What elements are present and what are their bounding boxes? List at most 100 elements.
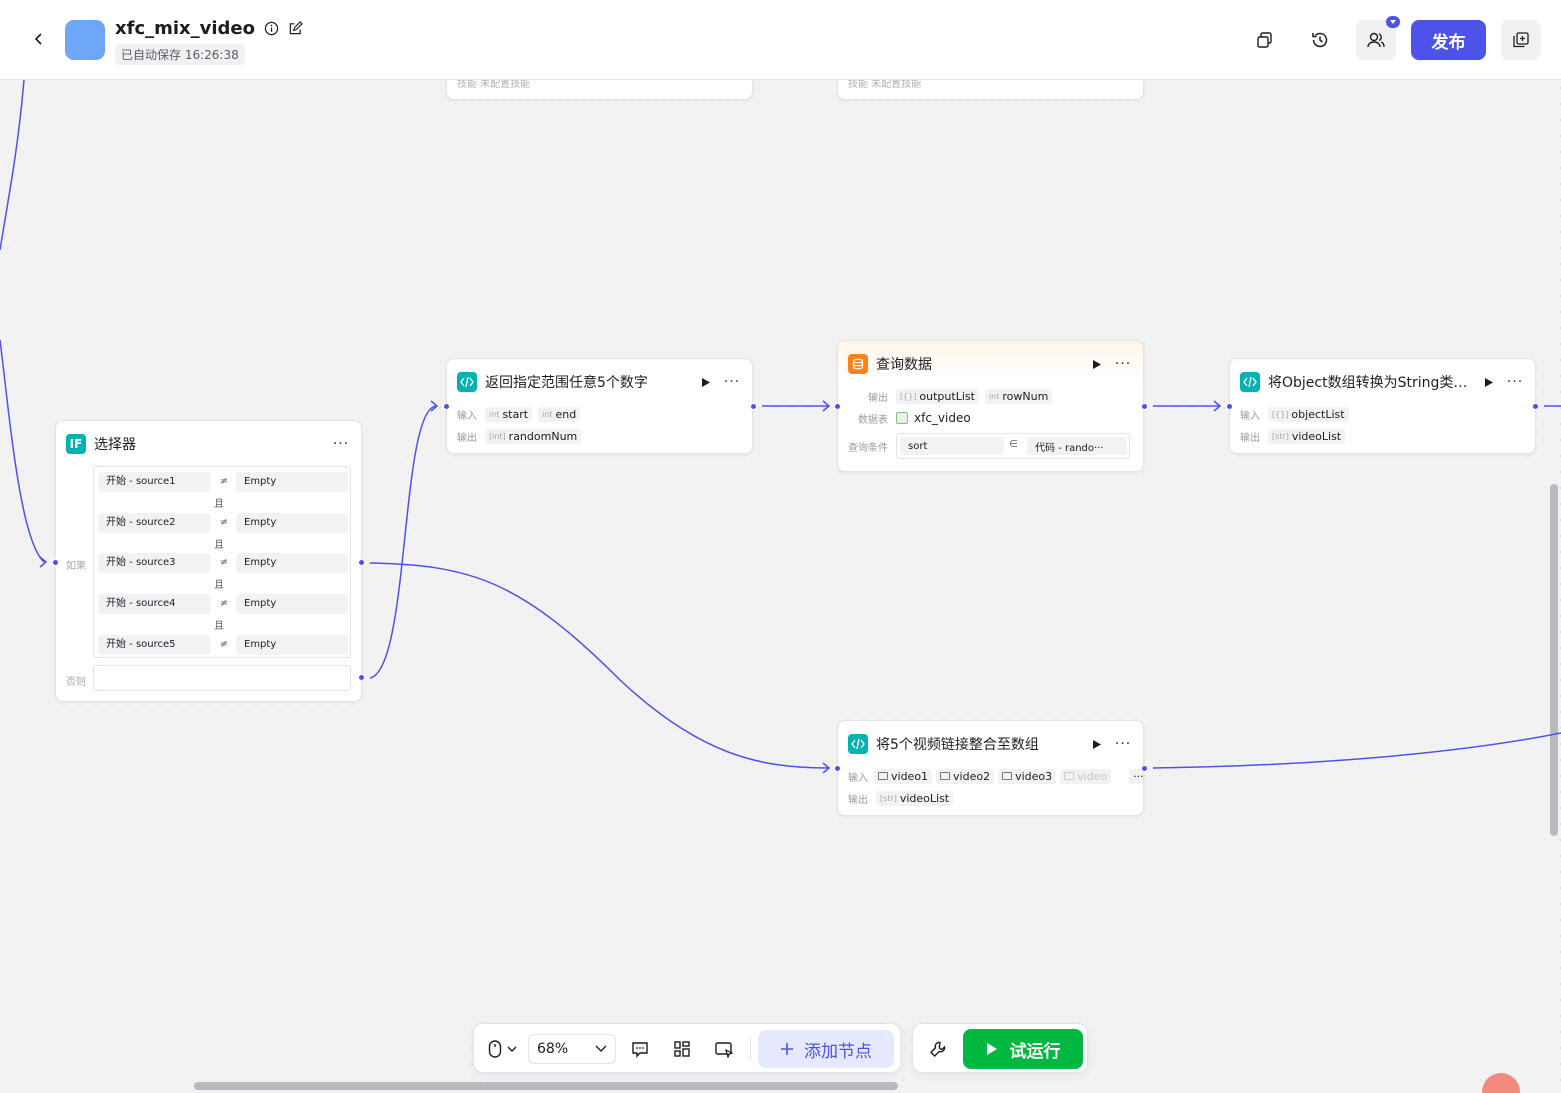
condition-operator[interactable]: ∈ <box>1009 439 1018 450</box>
condition-right[interactable]: Empty <box>236 594 348 614</box>
panel-button[interactable] <box>1501 20 1541 60</box>
code-icon <box>457 372 477 392</box>
collaborators-button[interactable] <box>1356 16 1400 60</box>
output-row: 输出 [{}] outputList int rowNum <box>848 387 1133 405</box>
edit-icon[interactable] <box>287 21 303 37</box>
run-node-button[interactable] <box>1089 356 1105 372</box>
param-tag: [{}] objectList <box>1268 406 1349 422</box>
condition-operator[interactable]: ≠ <box>214 553 234 573</box>
node-title: 返回指定范围任意5个数字 <box>485 375 648 391</box>
table-row: 数据表 xfc_video <box>848 409 1133 427</box>
node-header: 将Object数组转换为String类型··· ··· <box>1240 371 1525 393</box>
input-port[interactable] <box>443 403 450 410</box>
and-label: 且 <box>214 580 224 591</box>
condition-left[interactable]: 开始 - source2 <box>98 513 210 533</box>
history-button[interactable] <box>1300 20 1340 60</box>
collaborators-icon <box>1367 32 1385 48</box>
more-options-button[interactable]: ··· <box>722 374 742 390</box>
if-output-port[interactable] <box>358 559 365 566</box>
input-port[interactable] <box>834 403 841 410</box>
condition-right[interactable]: Empty <box>236 472 348 492</box>
node-title: 将5个视频链接整合至数组 <box>876 737 1039 753</box>
input-row: 输入 int start int end <box>457 405 742 423</box>
if-label: 如果 <box>66 561 86 572</box>
param-tag: int rowNum <box>984 388 1053 404</box>
node-query-data[interactable]: 查询数据 ··· 输出 [{}] outputList int rowNum 数据表… <box>837 340 1144 472</box>
app-avatar[interactable] <box>65 20 105 60</box>
table-icon <box>896 412 908 424</box>
run-node-button[interactable] <box>1481 374 1497 390</box>
condition-left[interactable]: 开始 - source1 <box>98 472 210 492</box>
param-tag: video3 <box>998 768 1057 784</box>
output-port[interactable] <box>1141 403 1148 410</box>
condition-operator[interactable]: ≠ <box>214 594 234 614</box>
copy-panel-icon <box>1513 32 1529 48</box>
node-header: IF 选择器 ··· <box>66 433 351 455</box>
condition-row[interactable]: 开始 - source5 ≠ Empty <box>98 635 348 655</box>
condition-field[interactable]: sort <box>900 437 1004 455</box>
condition-operator[interactable]: ≠ <box>214 472 234 492</box>
condition-box[interactable]: sort ∈ 代码 - rando··· <box>896 433 1130 459</box>
condition-left[interactable]: 开始 - source4 <box>98 594 210 614</box>
more-options-button[interactable]: ··· <box>331 436 351 452</box>
condition-row: 查询条件 sort ∈ 代码 - rando··· <box>848 433 1133 459</box>
more-options-button[interactable]: ··· <box>1113 356 1133 372</box>
param-tag: video <box>1060 768 1112 784</box>
back-button[interactable] <box>26 26 52 52</box>
node-merge-videos[interactable]: 将5个视频链接整合至数组 ··· 输入 video1 video2 video3… <box>837 720 1144 816</box>
param-tag: [int] randomNum <box>485 428 582 444</box>
input-port[interactable] <box>834 765 841 772</box>
run-node-button[interactable] <box>1089 736 1105 752</box>
output-label: 输出 <box>868 392 888 404</box>
condition-value[interactable]: 代码 - rando··· <box>1027 437 1127 455</box>
condition-operator[interactable]: ≠ <box>214 635 234 655</box>
condition-right[interactable]: Empty <box>236 513 348 533</box>
edge-incoming-top <box>0 79 25 251</box>
duplicate-button[interactable] <box>1245 20 1285 60</box>
condition-left[interactable]: 开始 - source3 <box>98 553 210 573</box>
condition-right[interactable]: Empty <box>236 635 348 655</box>
condition-group: 开始 - source1 ≠ Empty 且 开始 - source2 ≠ Em… <box>93 466 351 658</box>
publish-button[interactable]: 发布 <box>1411 20 1486 60</box>
condition-row[interactable]: 开始 - source1 ≠ Empty <box>98 472 348 492</box>
input-port[interactable] <box>52 559 59 566</box>
code-icon <box>848 734 868 754</box>
param-tag: video1 <box>874 768 933 784</box>
condition-row[interactable]: 开始 - source3 ≠ Empty <box>98 553 348 573</box>
node-random-numbers[interactable]: 返回指定范围任意5个数字 ··· 输入 int start int end 输出 [… <box>446 358 753 454</box>
info-icon[interactable] <box>263 21 279 37</box>
node-convert-object-array[interactable]: 将Object数组转换为String类型··· ··· 输入 [{}] objec… <box>1229 358 1536 454</box>
condition-row[interactable]: 开始 - source4 ≠ Empty <box>98 594 348 614</box>
node-header: 查询数据 ··· <box>848 353 1133 375</box>
node-title: 选择器 <box>94 437 136 453</box>
condition-left[interactable]: 开始 - source5 <box>98 635 210 655</box>
output-port[interactable] <box>1532 403 1539 410</box>
app-title: xfc_mix_video <box>115 18 256 39</box>
param-tag: [str] videoList <box>876 790 954 806</box>
condition-row[interactable]: 开始 - source2 ≠ Empty <box>98 513 348 533</box>
param-tag: int end <box>538 406 581 422</box>
app-title-group: xfc_mix_video <box>115 18 303 39</box>
node-selector[interactable]: IF 选择器 ··· 如果 开始 - source1 ≠ Empty 且 开始 … <box>55 420 362 702</box>
more-options-button[interactable]: ··· <box>1505 374 1525 390</box>
condition-right[interactable]: Empty <box>236 553 348 573</box>
input-label: 输入 <box>848 772 868 784</box>
edge-selector-if-to-merge <box>369 562 829 769</box>
output-label: 输出 <box>457 432 477 444</box>
else-branch[interactable] <box>93 665 351 691</box>
input-port[interactable] <box>1226 403 1233 410</box>
notification-badge <box>1386 16 1400 28</box>
output-port[interactable] <box>750 403 757 410</box>
run-node-button[interactable] <box>698 374 714 390</box>
database-icon <box>848 354 868 374</box>
back-icon <box>34 33 42 45</box>
and-label: 且 <box>214 499 224 510</box>
else-output-port[interactable] <box>358 674 365 681</box>
condition-operator[interactable]: ≠ <box>214 513 234 533</box>
more-options-button[interactable]: ··· <box>1113 736 1133 752</box>
param-tag: [str] videoList <box>1268 428 1346 444</box>
output-port[interactable] <box>1141 765 1148 772</box>
code-icon <box>1240 372 1260 392</box>
node-header: 返回指定范围任意5个数字 ··· <box>457 371 742 393</box>
edge-incoming-selector <box>0 339 45 563</box>
